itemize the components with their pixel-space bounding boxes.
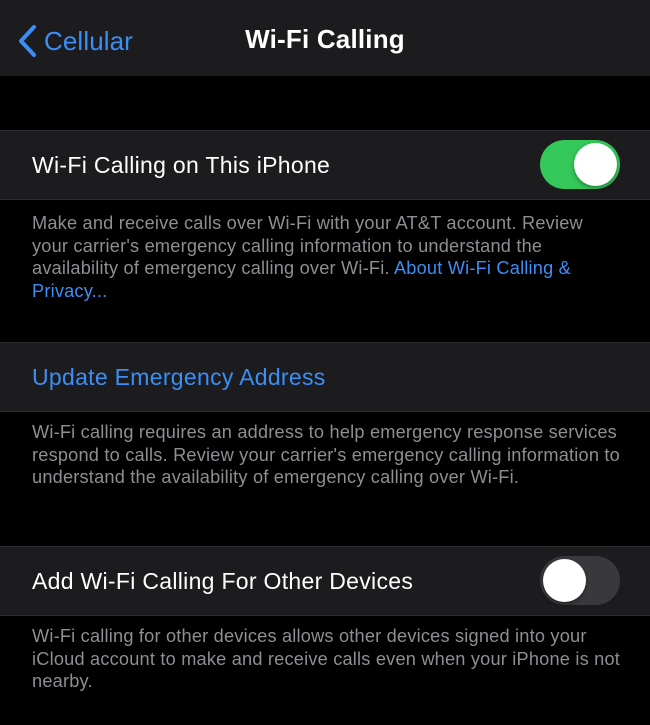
navigation-bar: Cellular Wi-Fi Calling	[0, 0, 650, 76]
other-devices-footer: Wi-Fi calling for other devices allows o…	[32, 626, 621, 692]
page-title: Wi-Fi Calling	[245, 24, 405, 54]
toggle-knob	[543, 559, 586, 602]
other-devices-toggle[interactable]	[540, 556, 620, 605]
other-devices-label: Add Wi-Fi Calling For Other Devices	[32, 567, 414, 594]
wifi-calling-row: Wi-Fi Calling on This iPhone	[0, 130, 650, 200]
update-emergency-address-row[interactable]: Update Emergency Address	[0, 342, 650, 412]
wifi-calling-label: Wi-Fi Calling on This iPhone	[32, 151, 331, 178]
update-emergency-address-link[interactable]: Update Emergency Address	[32, 343, 326, 411]
toggle-knob	[574, 143, 617, 186]
wifi-calling-toggle[interactable]	[540, 140, 620, 189]
wifi-calling-footer: Make and receive calls over Wi-Fi with y…	[32, 212, 622, 303]
other-devices-row: Add Wi-Fi Calling For Other Devices	[0, 546, 650, 616]
emergency-address-footer: Wi-Fi calling requires an address to hel…	[32, 422, 620, 488]
